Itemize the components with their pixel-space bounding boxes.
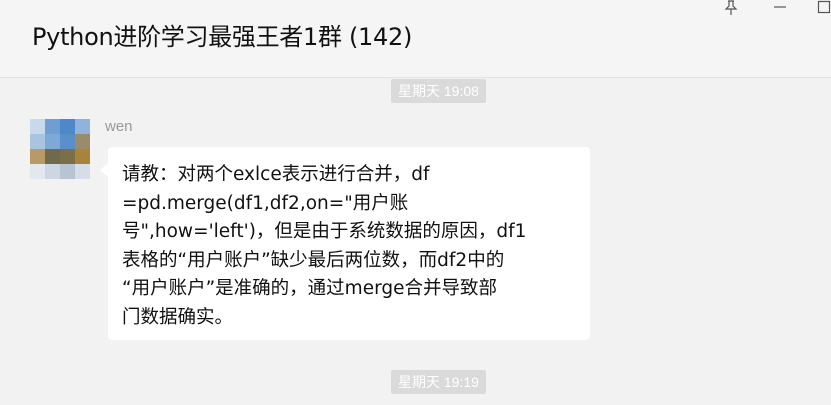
- message-text-line: 门数据确实。: [122, 306, 234, 328]
- message-text-line: “用户账户”是准确的，通过merge合并导致部: [122, 278, 497, 299]
- avatar-pixel: [30, 164, 45, 179]
- avatar-pixel: [75, 119, 90, 134]
- message-bubble[interactable]: 请教：对两个exlce表示进行合并，df =pd.merge(df1,df2,o…: [100, 147, 590, 340]
- sender-name: wen: [105, 118, 133, 135]
- message-timestamp: 星期天 19:08: [391, 79, 486, 103]
- chat-title: Python进阶学习最强王者1群 (142): [32, 23, 413, 51]
- avatar-pixel: [60, 119, 75, 134]
- avatar-pixel: [60, 164, 75, 179]
- avatar-pixel: [60, 149, 75, 164]
- avatar-pixel: [75, 134, 90, 149]
- avatar-pixel: [75, 149, 90, 164]
- message-timestamp: 星期天 19:19: [391, 370, 486, 394]
- avatar[interactable]: [30, 119, 90, 179]
- avatar-pixel: [30, 149, 45, 164]
- avatar-pixel: [75, 164, 90, 179]
- maximize-icon[interactable]: [812, 0, 831, 20]
- avatar-pixel: [45, 119, 60, 134]
- message-text-line: 号",how='left')，但是由于系统数据的原因，df1: [122, 221, 527, 242]
- message-text-line: 表格的“用户账户”缺少最后两位数，而df2中的: [122, 249, 505, 271]
- avatar-pixel: [45, 164, 60, 179]
- chat-header: Python进阶学习最强王者1群 (142): [0, 0, 831, 78]
- avatar-pixel: [45, 149, 60, 164]
- avatar-pixel: [30, 134, 45, 149]
- minimize-icon[interactable]: [768, 0, 792, 20]
- message-text-line: 请教：对两个exlce表示进行合并，df: [122, 164, 430, 185]
- avatar-pixel: [45, 134, 60, 149]
- pin-icon[interactable]: [719, 0, 743, 20]
- avatar-pixel: [60, 134, 75, 149]
- message-text-line: =pd.merge(df1,df2,on="用户账: [122, 192, 409, 214]
- avatar-pixel: [30, 119, 45, 134]
